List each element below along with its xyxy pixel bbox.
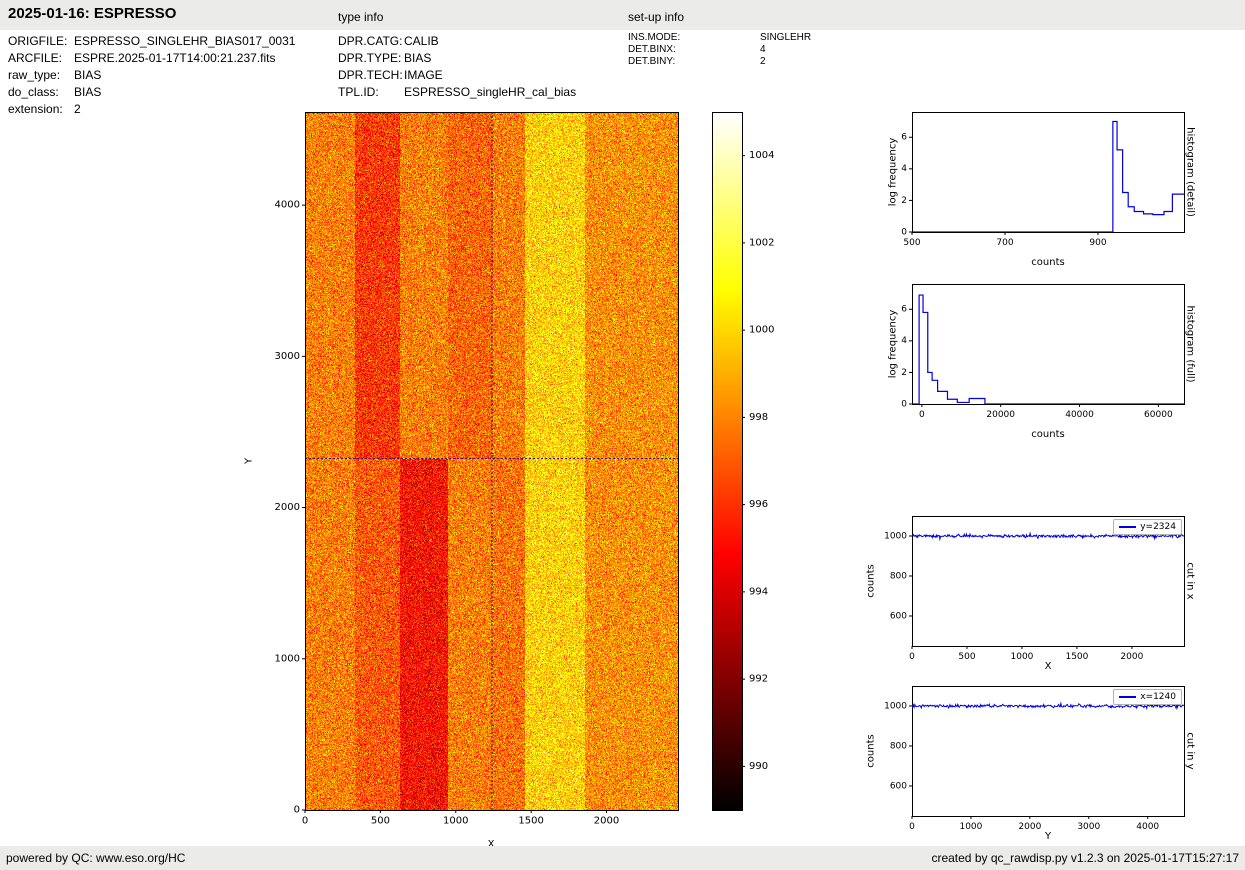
legend-line-swatch xyxy=(1119,696,1136,698)
cut-in-x-side-label: cut in x xyxy=(1185,562,1196,599)
histogram-full-canvas xyxy=(865,272,1195,432)
setup-info-row: DET.BINY: 2 xyxy=(628,56,811,68)
file-info-row: ORIGFILE: ESPRESSO_SINGLEHR_BIAS017_0031 xyxy=(8,33,295,50)
type-info-heading: type info xyxy=(338,10,383,24)
field-value: SINGLEHR xyxy=(760,32,811,44)
raw-image-ylabel: Y xyxy=(244,458,255,464)
footer-powered-by: powered by QC: www.eso.org/HC xyxy=(6,851,185,865)
legend-line-swatch xyxy=(1119,526,1136,528)
cut-in-x-xlabel: X xyxy=(1045,661,1052,672)
type-info-block: DPR.CATG: CALIB DPR.TYPE: BIAS DPR.TECH: IM… xyxy=(338,33,576,101)
type-info-row: TPL.ID: ESPRESSO_singleHR_cal_bias xyxy=(338,84,576,101)
file-info-block: ORIGFILE: ESPRESSO_SINGLEHR_BIAS017_0031 … xyxy=(8,33,295,118)
file-info-row: ARCFILE: ESPRE.2025-01-17T14:00:21.237.fi… xyxy=(8,50,295,67)
histogram-detail-canvas xyxy=(865,100,1195,260)
colorbar-canvas xyxy=(700,100,800,840)
field-value: CALIB xyxy=(404,33,439,50)
field-value: 4 xyxy=(760,44,766,56)
type-info-row: DPR.TECH: IMAGE xyxy=(338,67,576,84)
field-value: 2 xyxy=(74,101,81,118)
field-label: DET.BINY: xyxy=(628,56,760,68)
field-value: BIAS xyxy=(74,84,101,101)
legend-label: x=1240 xyxy=(1140,692,1176,702)
field-label: DPR.CATG: xyxy=(338,33,404,50)
histogram-detail-ylabel: log frequency xyxy=(888,138,899,207)
setup-info-row: INS.MODE: SINGLEHR xyxy=(628,32,811,44)
legend-label: y=2324 xyxy=(1140,522,1176,532)
field-value: BIAS xyxy=(74,67,101,84)
file-info-row: extension: 2 xyxy=(8,101,295,118)
type-info-row: DPR.CATG: CALIB xyxy=(338,33,576,50)
setup-info-block: INS.MODE: SINGLEHR DET.BINX: 4 DET.BINY: 2 xyxy=(628,32,811,68)
histogram-detail-xlabel: counts xyxy=(1031,257,1064,268)
field-value: 2 xyxy=(760,56,766,68)
footer-qc-link[interactable]: www.eso.org/HC xyxy=(96,851,185,865)
page-title: 2025-01-16: ESPRESSO xyxy=(8,5,176,22)
field-label: raw_type: xyxy=(8,67,74,84)
histogram-detail-side-label: histogram (detail) xyxy=(1185,127,1196,217)
histogram-full-side-label: histogram (full) xyxy=(1185,305,1196,382)
field-label: ARCFILE: xyxy=(8,50,74,67)
field-value: ESPRESSO_singleHR_cal_bias xyxy=(404,84,576,101)
field-label: ORIGFILE: xyxy=(8,33,74,50)
field-value: BIAS xyxy=(404,50,431,67)
cut-in-y-xlabel: Y xyxy=(1045,831,1051,842)
field-value: ESPRE.2025-01-17T14:00:21.237.fits xyxy=(74,50,275,67)
file-info-row: raw_type: BIAS xyxy=(8,67,295,84)
cut-in-x-ylabel: counts xyxy=(866,564,877,597)
histogram-full-ylabel: log frequency xyxy=(888,310,899,379)
field-value: IMAGE xyxy=(404,67,443,84)
field-label: DPR.TYPE: xyxy=(338,50,404,67)
cut-in-x-legend: y=2324 xyxy=(1113,519,1182,535)
footer-bar: powered by QC: www.eso.org/HC created by… xyxy=(0,846,1245,870)
qc-report-page: 2025-01-16: ESPRESSO type info set-up in… xyxy=(0,0,1245,870)
header-bar: 2025-01-16: ESPRESSO type info set-up in… xyxy=(0,0,1245,30)
cut-in-y-legend: x=1240 xyxy=(1113,689,1182,705)
setup-info-row: DET.BINX: 4 xyxy=(628,44,811,56)
raw-image-canvas xyxy=(260,100,690,840)
field-label: DET.BINX: xyxy=(628,44,760,56)
field-value: ESPRESSO_SINGLEHR_BIAS017_0031 xyxy=(74,33,295,50)
cut-in-y-ylabel: counts xyxy=(866,734,877,767)
setup-info-heading: set-up info xyxy=(628,10,684,24)
field-label: INS.MODE: xyxy=(628,32,760,44)
field-label: extension: xyxy=(8,101,74,118)
field-label: DPR.TECH: xyxy=(338,67,404,84)
type-info-row: DPR.TYPE: BIAS xyxy=(338,50,576,67)
field-label: do_class: xyxy=(8,84,74,101)
field-label: TPL.ID: xyxy=(338,84,404,101)
footer-created-by: created by qc_rawdisp.py v1.2.3 on 2025-… xyxy=(931,851,1239,865)
cut-in-y-side-label: cut in y xyxy=(1185,732,1196,769)
file-info-row: do_class: BIAS xyxy=(8,84,295,101)
histogram-full-xlabel: counts xyxy=(1031,429,1064,440)
footer-powered-prefix: powered by QC: xyxy=(6,851,96,865)
